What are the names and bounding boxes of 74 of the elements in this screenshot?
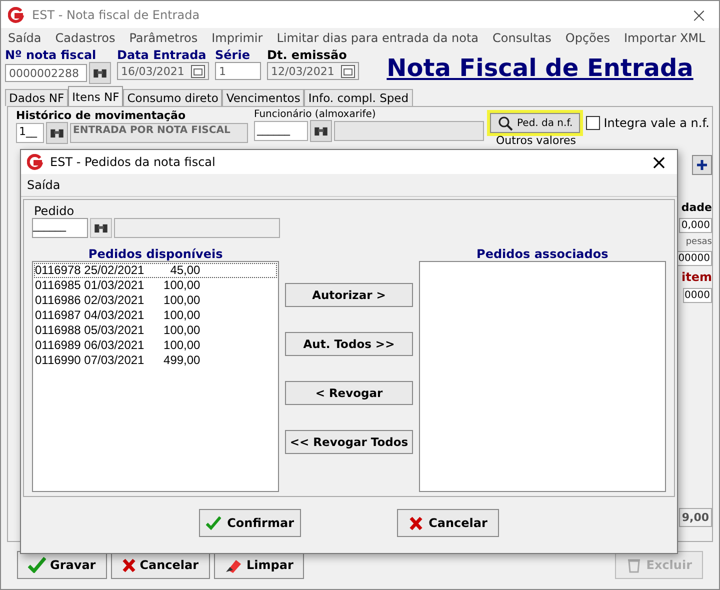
page-heading: Nota Fiscal de Entrada bbox=[386, 53, 694, 82]
tab[interactable]: Itens NF bbox=[68, 86, 124, 106]
field-label: Pedido bbox=[34, 204, 76, 218]
input-field[interactable]: 1__ bbox=[16, 123, 44, 143]
orders-button[interactable]: Ped. da n.f. bbox=[490, 113, 580, 133]
cross-icon bbox=[122, 558, 136, 572]
field-label: Histórico de movimentação bbox=[16, 109, 187, 122]
menu-item[interactable]: Opções bbox=[558, 31, 618, 45]
tab[interactable]: Info. compl. Sped bbox=[304, 89, 413, 106]
list-item[interactable]: 0116987 04/03/2021 100,00 bbox=[34, 308, 278, 323]
action-button[interactable]: Gravar bbox=[17, 551, 107, 579]
input-field[interactable]: 0000002288 bbox=[5, 64, 87, 82]
close-button[interactable]: × bbox=[641, 150, 677, 174]
list-item[interactable]: 0116989 06/03/2021 100,00 bbox=[34, 338, 278, 353]
field-label: item bbox=[682, 270, 712, 284]
group-label: Outros valores bbox=[496, 135, 576, 147]
eraser-icon bbox=[224, 557, 243, 573]
action-button[interactable]: Autorizar > bbox=[285, 283, 413, 307]
input-field[interactable]: ______ bbox=[32, 218, 88, 238]
cross-icon bbox=[408, 516, 423, 530]
action-button[interactable]: Aut. Todos >> bbox=[285, 332, 413, 356]
list-title: Pedidos disponíveis bbox=[87, 248, 224, 261]
menu-item[interactable]: Parâmetros bbox=[122, 31, 205, 45]
action-button[interactable]: Confirmar bbox=[199, 509, 301, 537]
checkbox-label: Integra vale a n.f. bbox=[604, 116, 710, 130]
menu-item[interactable]: Importar XML bbox=[617, 31, 712, 45]
list-title: Pedidos associados bbox=[476, 248, 610, 261]
app-logo-icon bbox=[8, 6, 24, 22]
total-field: 9,00 bbox=[678, 508, 712, 527]
date-field[interactable]: 12/03/2021 bbox=[267, 62, 359, 80]
field-label: pesas bbox=[686, 237, 712, 247]
dialog-title: EST - Pedidos da nota fiscal bbox=[50, 155, 216, 169]
date-field[interactable]: 16/03/2021 bbox=[117, 62, 209, 80]
field-label: Nº nota fiscal bbox=[5, 48, 98, 62]
field-label: Dt. emissão bbox=[267, 48, 348, 62]
value-field: 0,000 bbox=[679, 218, 712, 233]
field-label: Funcionário (almoxarife) bbox=[254, 109, 377, 120]
field-label: Série bbox=[215, 48, 251, 62]
check-icon bbox=[28, 557, 46, 573]
list-item[interactable]: 0116988 05/03/2021 100,00 bbox=[34, 323, 278, 338]
menu-item[interactable]: Saída bbox=[21, 178, 66, 192]
action-button[interactable]: << Revogar Todos bbox=[285, 430, 413, 454]
menu-item[interactable]: Imprimir bbox=[204, 31, 270, 45]
list-item[interactable]: 0116990 07/03/2021 499,00 bbox=[34, 353, 278, 368]
list-item[interactable]: 0116986 02/03/2021 100,00 bbox=[34, 293, 278, 308]
close-button[interactable]: × bbox=[679, 2, 719, 26]
window-title: EST - Nota fiscal de Entrada bbox=[32, 8, 201, 22]
field-label: Data Entrada bbox=[117, 48, 208, 62]
trash-icon bbox=[626, 557, 642, 573]
list-item[interactable]: 0116978 25/02/2021 45,00 bbox=[34, 263, 278, 278]
action-button[interactable]: Cancelar bbox=[397, 509, 499, 537]
add-button[interactable] bbox=[692, 155, 712, 175]
magnifier-icon bbox=[497, 115, 513, 131]
field-label: dade bbox=[681, 201, 712, 214]
tab[interactable]: Consumo direto bbox=[123, 89, 222, 106]
check-icon bbox=[206, 515, 222, 531]
list-item[interactable]: 0116985 01/03/2021 100,00 bbox=[34, 278, 278, 293]
plus-icon bbox=[697, 160, 707, 170]
app-logo-icon bbox=[27, 154, 43, 170]
menu-item[interactable]: Limitar dias para entrada da nota bbox=[270, 31, 486, 45]
value-field: 00000 bbox=[676, 251, 712, 266]
input-field[interactable]: ______ bbox=[254, 121, 308, 141]
action-button[interactable]: < Revogar bbox=[285, 381, 413, 405]
menu-item[interactable]: Saída bbox=[1, 31, 48, 45]
value-field: 0000 bbox=[682, 288, 712, 303]
menu-item[interactable]: Consultas bbox=[486, 31, 558, 45]
calendar-icon[interactable] bbox=[191, 64, 205, 78]
checkbox[interactable] bbox=[586, 116, 600, 130]
tab[interactable]: Vencimentos bbox=[222, 89, 304, 106]
calendar-icon[interactable] bbox=[341, 64, 355, 78]
tab[interactable]: Dados NF bbox=[5, 89, 68, 106]
input-field: ENTRADA POR NOTA FISCAL bbox=[70, 123, 248, 143]
menu-item[interactable]: Cadastros bbox=[48, 31, 122, 45]
input-field[interactable]: 1 bbox=[215, 62, 261, 80]
